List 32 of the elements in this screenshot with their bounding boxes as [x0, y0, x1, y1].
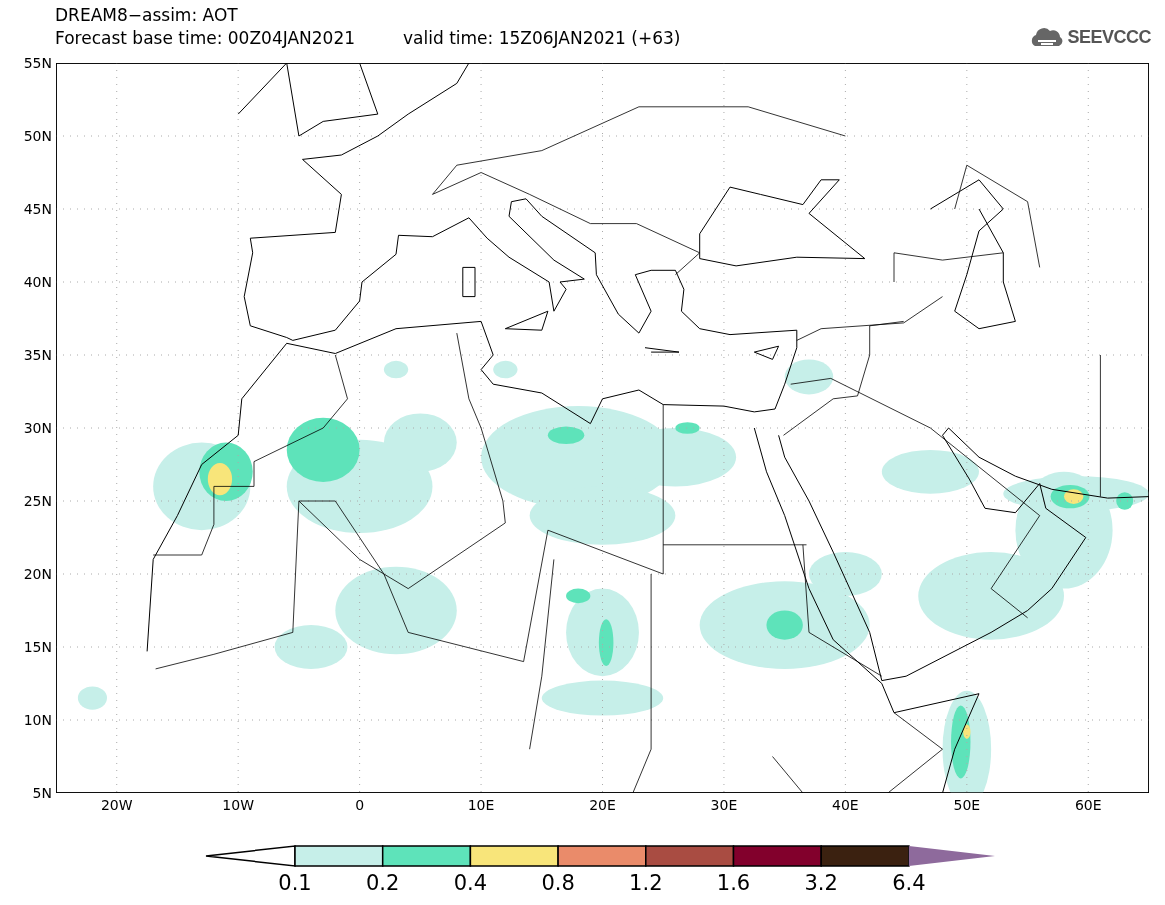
longitude-label: 10E — [467, 797, 495, 813]
colorbar-label: 0.8 — [541, 871, 575, 895]
logo-text: SEEVCCC — [1067, 26, 1151, 48]
latitude-label: 20N — [23, 566, 52, 582]
latitude-label: 15N — [23, 639, 52, 655]
latitude-label: 10N — [23, 712, 52, 728]
longitude-label: 10W — [222, 797, 254, 813]
longitude-label: 30E — [710, 797, 738, 813]
colorbar-label: 3.2 — [804, 871, 838, 895]
colorbar-label: 0.2 — [366, 871, 400, 895]
latitude-label: 35N — [23, 347, 52, 363]
latitude-label: 25N — [23, 493, 52, 509]
colorbar-label: 0.1 — [278, 871, 312, 895]
map-title: DREAM8−assim: AOT — [55, 4, 239, 27]
latitude-label: 5N — [32, 785, 52, 801]
colorbar-label: 1.6 — [716, 871, 751, 895]
forecast-base-time: Forecast base time: 00Z04JAN2021 — [55, 27, 356, 50]
longitude-label: 0 — [355, 797, 365, 813]
longitude-label: 20W — [100, 797, 133, 813]
latitude-label: 30N — [23, 420, 52, 436]
colorbar-label: 0.4 — [453, 871, 488, 895]
latitude-label: 45N — [23, 201, 52, 217]
colorbar-label: 6.4 — [892, 871, 926, 895]
latitude-label: 55N — [23, 55, 52, 71]
longitude-label: 40E — [832, 797, 859, 813]
longitude-label: 20E — [589, 797, 616, 813]
longitude-label: 50E — [953, 797, 981, 813]
longitude-label: 60E — [1074, 797, 1102, 813]
valid-time: valid time: 15Z06JAN2021 (+63) — [403, 27, 681, 50]
latitude-label: 40N — [23, 274, 52, 290]
colorbar-label: 1.2 — [629, 871, 663, 895]
latitude-label: 50N — [23, 128, 52, 144]
